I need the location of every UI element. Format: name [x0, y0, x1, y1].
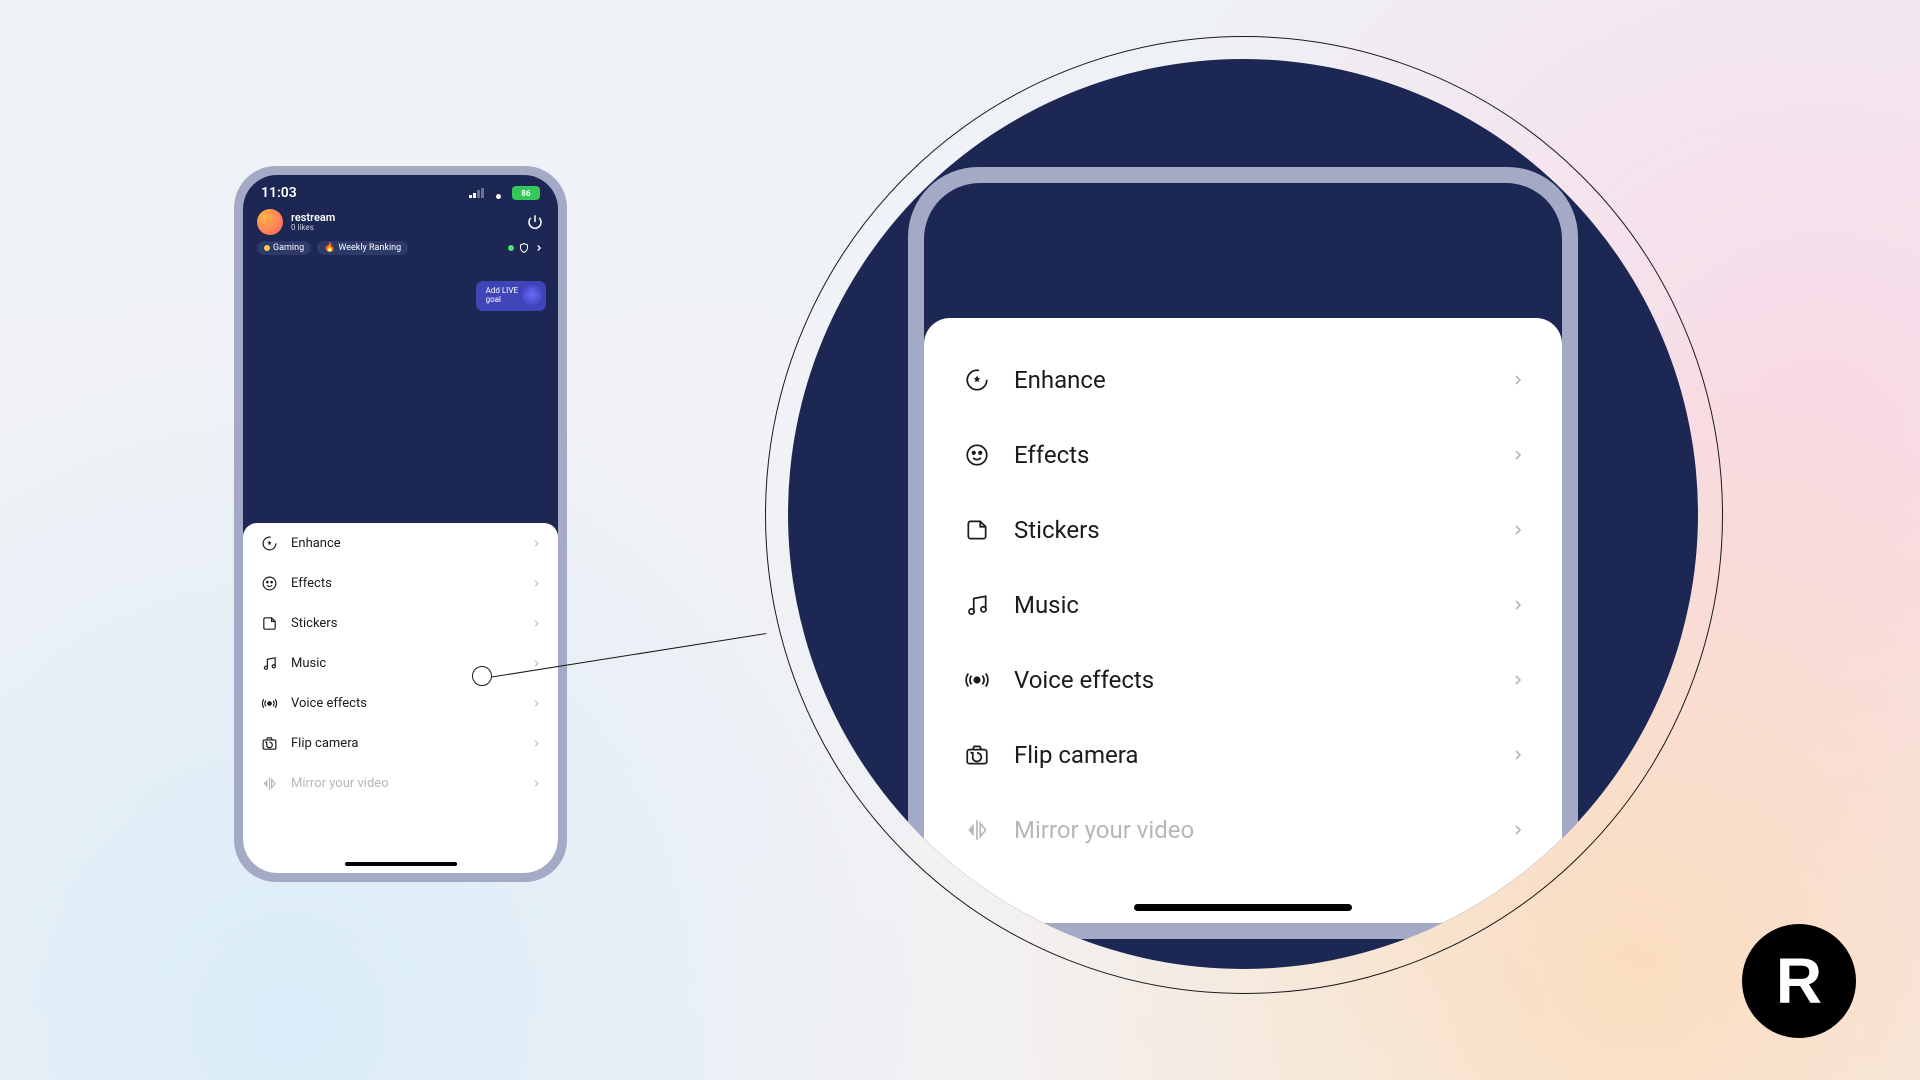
chips-row: Gaming 🔥Weekly Ranking — [243, 241, 558, 261]
row-label: Voice effects — [291, 696, 367, 711]
row-mirror-video[interactable]: Mirror your video — [243, 763, 558, 803]
row-label: Stickers — [291, 616, 337, 631]
zoom-row-enhance[interactable]: Enhance — [924, 342, 1562, 417]
row-label: Music — [1014, 591, 1079, 619]
flip-camera-icon — [259, 735, 279, 752]
chip-gaming[interactable]: Gaming — [257, 241, 311, 255]
avatar[interactable] — [257, 209, 283, 235]
clock: 11:03 — [261, 185, 297, 201]
goal-label: goal — [486, 295, 501, 304]
row-label: Effects — [1014, 441, 1089, 469]
mirror-icon — [960, 817, 994, 843]
zoom-phone-frame: Enhance Effects Stickers — [908, 167, 1578, 939]
row-voice-effects[interactable]: Voice effects — [243, 683, 558, 723]
row-stickers[interactable]: Stickers — [243, 603, 558, 643]
stickers-icon — [960, 517, 994, 543]
brand-letter: R — [1776, 944, 1822, 1018]
callout-anchor-icon — [472, 666, 492, 686]
zoom-row-effects[interactable]: Effects — [924, 417, 1562, 492]
profile-row: restream 0 likes — [243, 205, 558, 241]
home-indicator[interactable] — [345, 862, 457, 866]
zoom-view: Enhance Effects Stickers — [788, 59, 1698, 969]
row-label: Stickers — [1014, 516, 1100, 544]
add-live-goal-button[interactable]: Add LIVE goal — [476, 281, 546, 311]
brand-logo: R — [1742, 924, 1856, 1038]
wifi-icon — [491, 187, 506, 199]
effects-icon — [960, 442, 994, 468]
zoom-row-stickers[interactable]: Stickers — [924, 492, 1562, 567]
mirror-icon — [259, 775, 279, 792]
effects-icon — [259, 575, 279, 592]
chevron-right-icon — [1510, 747, 1526, 763]
chevron-right-icon — [531, 698, 542, 709]
chevron-right-icon — [531, 658, 542, 669]
voice-effects-icon — [259, 695, 279, 712]
zoom-row-flip-camera[interactable]: Flip camera — [924, 717, 1562, 792]
zoom-row-voice-effects[interactable]: Voice effects — [924, 642, 1562, 717]
row-label: Mirror your video — [1014, 816, 1194, 844]
row-label: Flip camera — [291, 736, 358, 751]
row-label: Flip camera — [1014, 741, 1138, 769]
home-indicator[interactable] — [1134, 904, 1352, 911]
flip-camera-icon — [960, 742, 994, 768]
zoom-row-music[interactable]: Music — [924, 567, 1562, 642]
chevron-right-icon — [1510, 597, 1526, 613]
chip-label: Weekly Ranking — [338, 243, 401, 253]
row-label: Mirror your video — [291, 776, 389, 791]
row-label: Music — [291, 656, 326, 671]
phone-screen: 11:03 86 restream 0 likes Gaming — [243, 175, 558, 873]
username: restream — [291, 212, 335, 224]
row-label: Voice effects — [1014, 666, 1154, 694]
power-icon[interactable] — [526, 213, 544, 231]
enhance-icon — [259, 535, 279, 552]
music-icon — [259, 655, 279, 672]
chevron-right-icon — [531, 778, 542, 789]
status-icons: 86 — [469, 186, 540, 200]
status-bar: 11:03 86 — [243, 175, 558, 205]
enhance-icon — [960, 367, 994, 393]
stickers-icon — [259, 615, 279, 632]
music-icon — [960, 592, 994, 618]
chevron-right-icon — [534, 243, 544, 253]
chevron-right-icon — [531, 538, 542, 549]
voice-effects-icon — [960, 667, 994, 693]
canvas: 11:03 86 restream 0 likes Gaming — [0, 0, 1920, 1080]
goal-icon — [522, 285, 542, 305]
row-label: Enhance — [291, 536, 341, 551]
shield-icon — [518, 242, 530, 254]
row-label: Effects — [291, 576, 332, 591]
chevron-right-icon — [531, 578, 542, 589]
status-dot-icon — [508, 245, 514, 251]
zoom-row-mirror-video[interactable]: Mirror your video — [924, 792, 1562, 867]
chevron-right-icon — [1510, 672, 1526, 688]
chip-right-controls[interactable] — [508, 242, 544, 254]
row-effects[interactable]: Effects — [243, 563, 558, 603]
chevron-right-icon — [1510, 372, 1526, 388]
chevron-right-icon — [1510, 822, 1526, 838]
chip-label: Gaming — [273, 243, 304, 253]
chevron-right-icon — [531, 738, 542, 749]
zoom-phone-screen: Enhance Effects Stickers — [924, 183, 1562, 923]
chevron-right-icon — [1510, 522, 1526, 538]
likes-count: 0 likes — [291, 224, 335, 233]
row-label: Enhance — [1014, 366, 1106, 394]
row-flip-camera[interactable]: Flip camera — [243, 723, 558, 763]
zoom-options-sheet: Enhance Effects Stickers — [924, 318, 1562, 923]
chip-weekly-ranking[interactable]: 🔥Weekly Ranking — [317, 241, 408, 255]
phone-frame: 11:03 86 restream 0 likes Gaming — [234, 166, 567, 882]
chevron-right-icon — [531, 618, 542, 629]
chevron-right-icon — [1510, 447, 1526, 463]
goal-label: Add LIVE — [486, 286, 518, 295]
row-enhance[interactable]: Enhance — [243, 523, 558, 563]
signal-icon — [469, 188, 485, 198]
battery-icon: 86 — [512, 186, 540, 200]
row-music[interactable]: Music — [243, 643, 558, 683]
options-sheet: Enhance Effects Stickers Music — [243, 523, 558, 873]
